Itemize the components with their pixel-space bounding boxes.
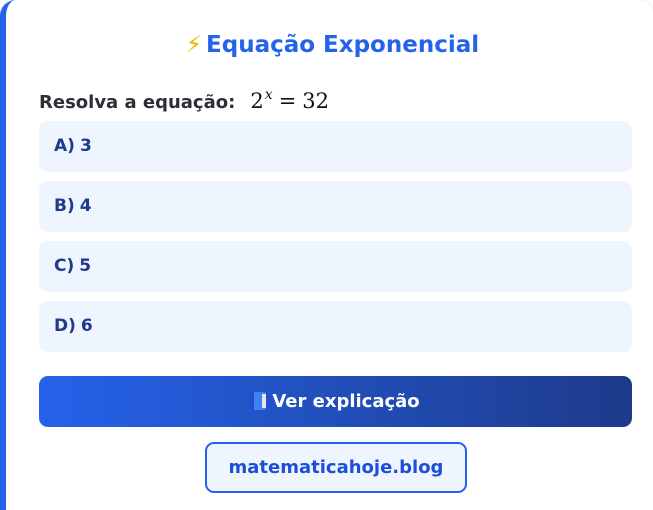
option-value: 4 [79,196,92,216]
site-link[interactable]: matematicahoje.blog [205,442,467,493]
show-explanation-label: Ver explicação [272,391,420,412]
option-value: 6 [80,316,93,336]
option-c[interactable]: C) 5 [39,241,632,292]
quiz-title: ⚡ Equação Exponencial [6,28,653,62]
site-link-label: matematicahoje.blog [228,457,444,478]
equation-equals: = [278,89,297,113]
option-letter: C) [54,256,75,276]
option-letter: A) [54,136,75,156]
question-label: Resolva a equação: [39,92,236,113]
option-b[interactable]: B) 4 [39,181,632,232]
equation-exponent: x [264,87,273,103]
option-a[interactable]: A) 3 [39,121,632,172]
option-value: 5 [79,256,92,276]
show-explanation-button[interactable]: Ver explicação [39,376,632,427]
equation-base: 2 [250,89,264,113]
option-letter: B) [54,196,75,216]
equation-result: 32 [302,89,330,113]
question: Resolva a equação: 2x = 32 [39,80,329,118]
quiz-title-text: Equação Exponencial [206,32,480,58]
option-value: 3 [79,136,92,156]
book-icon [251,392,267,410]
option-letter: D) [54,316,76,336]
answer-options: A) 3 B) 4 C) 5 D) 6 [39,121,632,361]
equation: 2x = 32 [250,87,330,113]
lightning-icon: ⚡ [185,32,203,58]
option-d[interactable]: D) 6 [39,301,632,352]
quiz-card: ⚡ Equação Exponencial Resolva a equação: … [0,0,653,510]
